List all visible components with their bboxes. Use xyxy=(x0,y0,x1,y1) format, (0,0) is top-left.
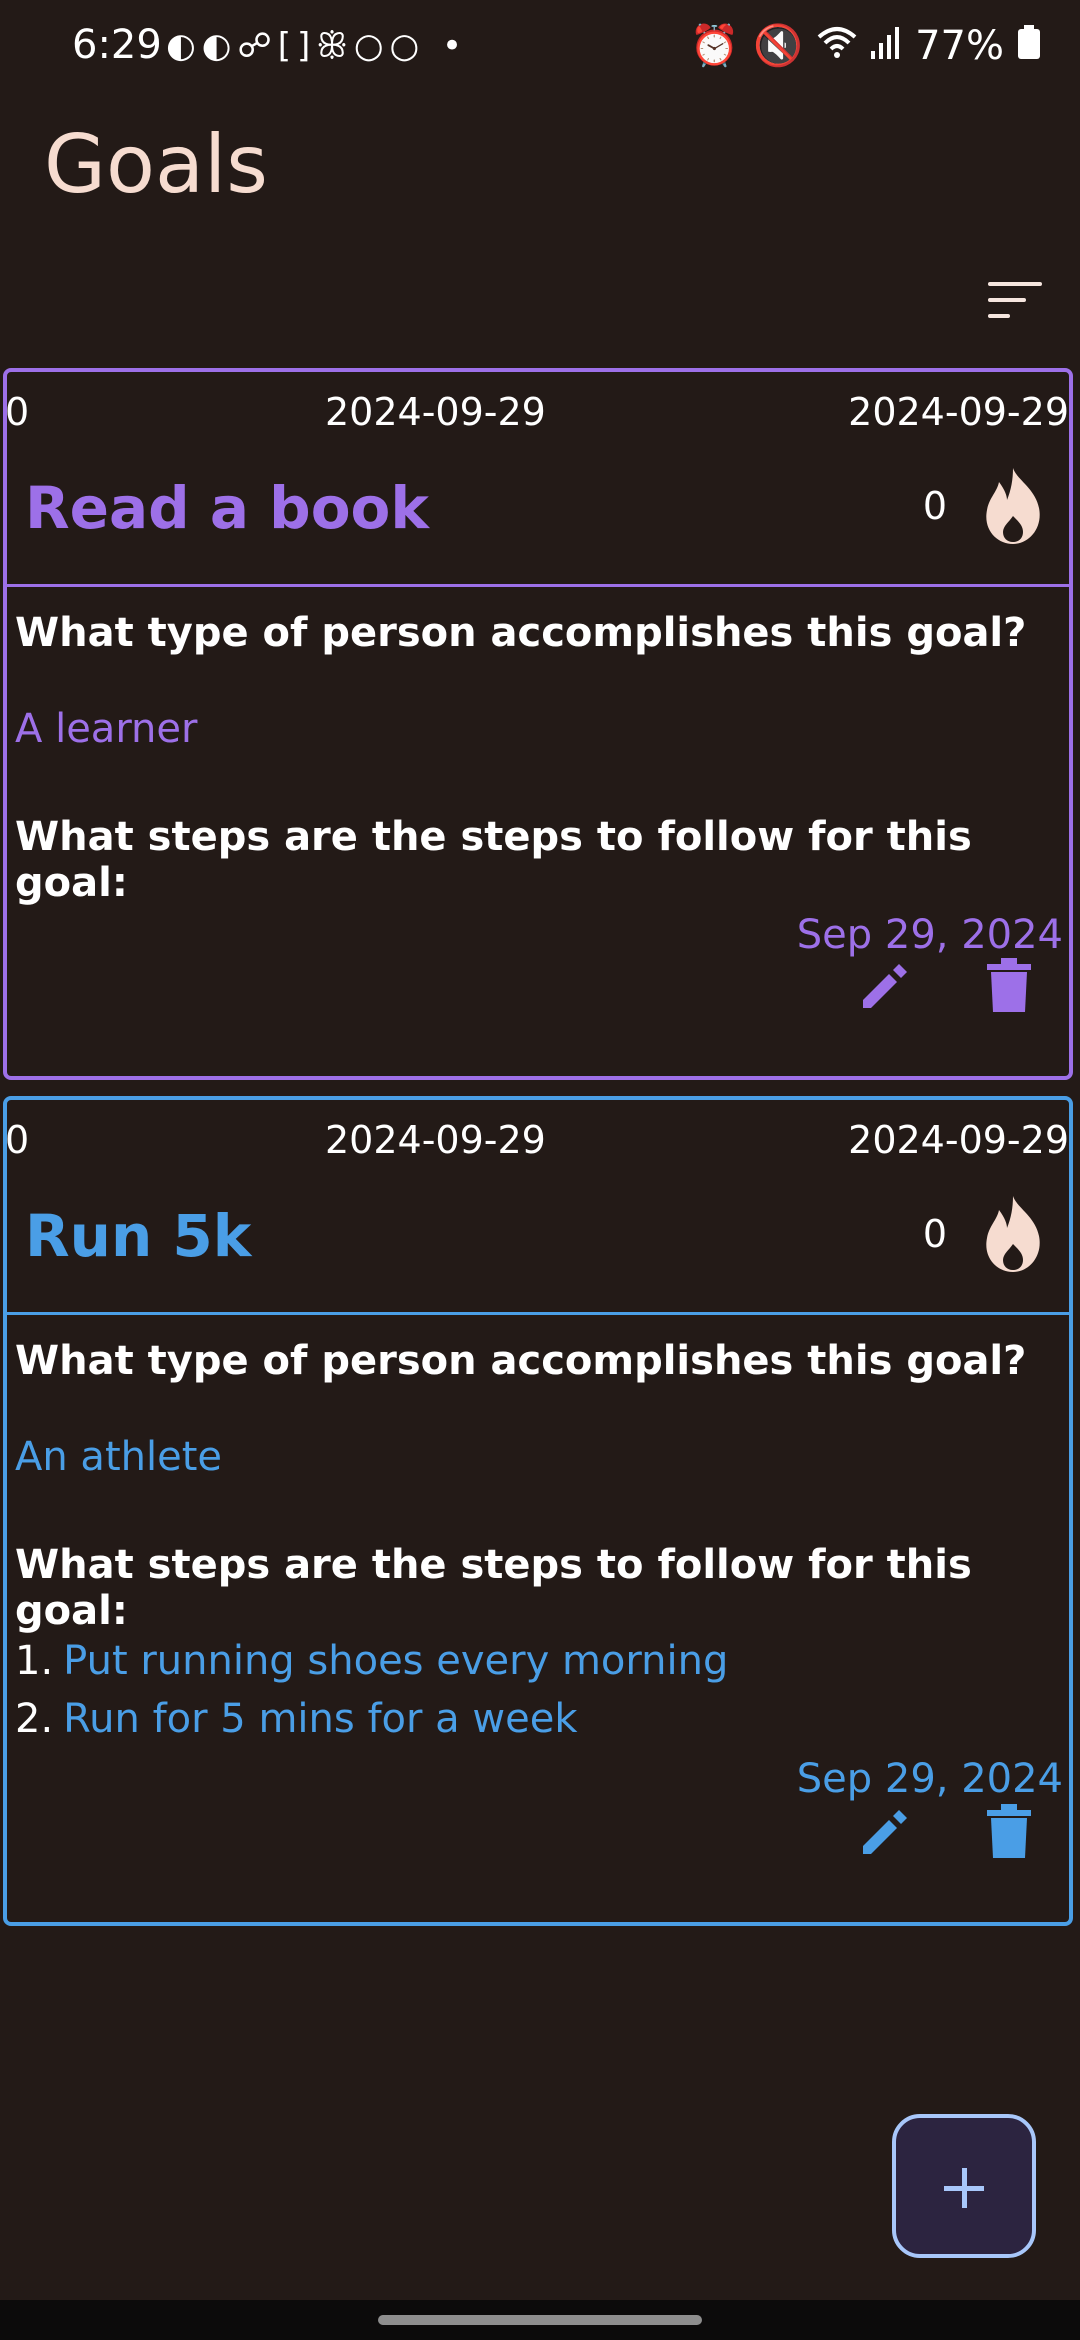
wifi-icon xyxy=(817,23,857,69)
trash-icon xyxy=(987,958,1031,1012)
list-item: 2. Run for 5 mins for a week xyxy=(15,1690,728,1748)
list-item: 1. Put running shoes every morning xyxy=(15,1632,728,1690)
sort-button[interactable] xyxy=(988,282,1042,322)
goal-created-date: Sep 29, 2024 xyxy=(796,912,1063,958)
status-bar: 6:29 ◐◐☍[]ꕥ○○ • ⏰ 🔇 77% xyxy=(0,0,1080,96)
step-number: 2. xyxy=(15,1696,54,1742)
system-icons: ⏰ 🔇 77% xyxy=(689,22,1040,69)
goal-start-value: 0 xyxy=(5,390,30,434)
edit-button[interactable] xyxy=(857,1804,913,1860)
streak-count: 0 xyxy=(922,484,947,528)
streak-count: 0 xyxy=(922,1212,947,1256)
delete-button[interactable] xyxy=(985,958,1033,1014)
status-time: 6:29 xyxy=(72,22,162,68)
goal-end-date: 2024-09-29 xyxy=(848,1118,1069,1162)
edit-button[interactable] xyxy=(857,958,913,1014)
battery-icon xyxy=(1018,23,1040,69)
delete-button[interactable] xyxy=(985,1804,1033,1860)
goal-start-date: 2024-09-29 xyxy=(325,390,546,434)
alarm-icon: ⏰ xyxy=(689,23,740,69)
notification-icons: ◐◐☍[]ꕥ○○ • xyxy=(166,26,469,66)
flame-icon xyxy=(979,1194,1047,1274)
add-goal-button[interactable] xyxy=(892,2114,1036,2258)
identity-question: What type of person accomplishes this go… xyxy=(15,610,1027,656)
goal-title: Run 5k xyxy=(25,1202,252,1270)
goal-title: Read a book xyxy=(25,474,429,542)
trash-icon xyxy=(987,1804,1031,1858)
signal-icon xyxy=(871,23,901,69)
steps-list: 1. Put running shoes every morning 2. Run … xyxy=(15,1632,728,1748)
goal-end-date: 2024-09-29 xyxy=(848,390,1069,434)
steps-question: What steps are the steps to follow for t… xyxy=(15,1542,972,1634)
goal-created-date: Sep 29, 2024 xyxy=(796,1756,1063,1802)
step-text: Put running shoes every morning xyxy=(63,1638,729,1684)
goal-start-date: 2024-09-29 xyxy=(325,1118,546,1162)
identity-answer: An athlete xyxy=(15,1434,222,1480)
step-number: 1. xyxy=(15,1638,54,1684)
home-gesture-handle[interactable] xyxy=(378,2315,702,2325)
pencil-icon xyxy=(863,964,907,1008)
goal-card-read-a-book[interactable]: 0 2024-09-29 2024-09-29 Read a book 0 Wh… xyxy=(3,368,1073,1080)
goal-start-value: 0 xyxy=(5,1118,30,1162)
card-divider xyxy=(7,1312,1069,1315)
step-text: Run for 5 mins for a week xyxy=(63,1696,578,1742)
identity-question: What type of person accomplishes this go… xyxy=(15,1338,1027,1384)
card-divider xyxy=(7,584,1069,587)
flame-icon xyxy=(979,466,1047,546)
pencil-icon xyxy=(863,1810,907,1854)
battery-percent: 77% xyxy=(915,22,1004,69)
steps-question: What steps are the steps to follow for t… xyxy=(15,814,972,906)
page-title: Goals xyxy=(44,118,268,211)
identity-answer: A learner xyxy=(15,706,198,752)
goal-card-run-5k[interactable]: 0 2024-09-29 2024-09-29 Run 5k 0 What ty… xyxy=(3,1096,1073,1926)
mute-icon: 🔇 xyxy=(753,23,804,69)
